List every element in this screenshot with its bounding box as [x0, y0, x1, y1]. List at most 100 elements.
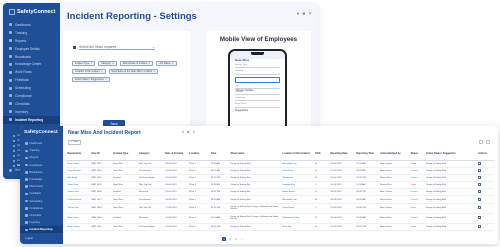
page-button[interactable]: 1: [222, 237, 226, 241]
remove-chip-icon[interactable]: ✕: [153, 70, 155, 73]
sidebar-item[interactable]: Checklists: [3, 100, 60, 108]
sidebar-item[interactable]: Scheduling: [3, 84, 60, 92]
logout-item[interactable]: Logout: [25, 237, 33, 240]
close-icon[interactable]: ✕: [192, 130, 195, 135]
table-row[interactable]: Vikram Das EMP 1083 Near Miss Slip Trip Fal…: [66, 203, 494, 214]
table-row[interactable]: Priya Sharma EMP 1034 Near Miss Fire Hazard…: [66, 167, 494, 175]
field-chip[interactable]: Location of the incident ✕: [72, 69, 106, 74]
prev-page-button[interactable]: ‹: [216, 237, 220, 241]
column-header[interactable]: Location: [187, 148, 210, 161]
table-row[interactable]: Anil Singh EMP 1045 Incident Fall from Heig…: [66, 174, 494, 183]
field-chip[interactable]: Description of the Near Miss / Incident ✕: [108, 69, 159, 74]
sidebar-item[interactable]: Broadcasts: [3, 53, 60, 61]
table-cell[interactable]: Kiran Patel: [66, 181, 90, 190]
table-cell[interactable]: Anil Singh: [66, 174, 90, 183]
edit-icon[interactable]: [478, 183, 482, 187]
column-header[interactable]: Status: [409, 148, 425, 161]
sidebar-item[interactable]: Compliance: [3, 92, 60, 100]
report-sidebar-item[interactable]: Inventory: [20, 219, 63, 226]
table-cell[interactable]: Suresh Nair: [66, 188, 90, 197]
report-sidebar-item[interactable]: Scheduling: [20, 198, 63, 205]
maximize-icon[interactable]: ■: [187, 130, 189, 135]
edit-icon[interactable]: [478, 206, 482, 210]
column-header[interactable]: Actions: [476, 148, 494, 161]
fields-select[interactable]: Select the fields required ⌄: [79, 44, 155, 50]
table-row[interactable]: Suresh Nair EMP 1060 Incident Electrical 19-…: [66, 188, 494, 197]
report-sidebar-item[interactable]: Feedback: [20, 190, 63, 197]
field-chip[interactable]: Action Taken / Suggestions ✕: [72, 77, 110, 82]
sidebar-item[interactable]: Dashboard: [3, 21, 60, 29]
column-header[interactable]: Location of the Incident: [281, 148, 314, 161]
report-sidebar-item[interactable]: Work Flows: [20, 183, 63, 190]
phone-form-field[interactable]: Action Taken: [235, 103, 280, 108]
download-icon[interactable]: [479, 140, 483, 144]
column-header[interactable]: Observation: [228, 148, 282, 161]
sidebar-item[interactable]: Tracking: [3, 29, 60, 37]
edit-icon[interactable]: [478, 190, 482, 194]
column-header[interactable]: Shift: [313, 148, 329, 161]
report-sidebar-item[interactable]: Dashboard: [20, 140, 63, 147]
remove-chip-icon[interactable]: ✕: [90, 62, 92, 65]
table-row[interactable]: Deepa Menon EMP 1071 Near Miss Fire Hazard 1…: [66, 195, 494, 204]
minimize-icon[interactable]: ●: [182, 130, 184, 135]
column-header[interactable]: Reporting Date: [328, 148, 355, 161]
edit-icon[interactable]: [478, 197, 482, 201]
phone-form-field[interactable]: Category: [235, 70, 280, 75]
columns-icon[interactable]: [486, 140, 490, 144]
edit-icon[interactable]: [478, 161, 482, 165]
sidebar-item[interactable]: Knowledge Center: [3, 60, 60, 68]
column-header[interactable]: Date of Incident: [163, 148, 188, 161]
column-header[interactable]: Category: [137, 148, 164, 161]
table-cell[interactable]: Deepa Menon: [66, 195, 90, 204]
table-row[interactable]: Neha Joshi EMP 1094 Incident Electrical 16-0…: [66, 213, 494, 224]
report-sidebar-item[interactable]: Compliance: [20, 205, 63, 212]
report-sidebar-item[interactable]: Employees: [20, 162, 63, 169]
field-chip[interactable]: Incident Type ✕: [72, 61, 96, 66]
column-header[interactable]: Emp ID: [89, 148, 112, 161]
maximize-icon[interactable]: ■: [303, 11, 306, 17]
phone-form-field[interactable]: Date: [235, 85, 280, 89]
remove-chip-icon[interactable]: ✕: [112, 62, 114, 65]
field-chip[interactable]: Risk & Date of Incident ✕: [119, 61, 154, 66]
remove-chip-icon[interactable]: ✕: [101, 70, 103, 73]
page-button[interactable]: 3: [234, 237, 238, 241]
report-sidebar-item[interactable]: Tracking: [20, 147, 63, 154]
phone-form-field[interactable]: Description: [235, 97, 280, 101]
column-header[interactable]: Time: [209, 148, 229, 161]
table-cell[interactable]: Neha Joshi: [66, 213, 90, 224]
edit-icon[interactable]: [478, 175, 482, 179]
field-chip[interactable]: Job Status ✕: [156, 61, 177, 66]
close-icon[interactable]: ✕: [308, 11, 312, 17]
table-row[interactable]: Ravi Kumar EMP 1021 Near Miss Slip Trip Fal…: [66, 160, 494, 168]
filter-button[interactable]: ≡ Filter: [68, 140, 82, 145]
report-sidebar-item[interactable]: Reports: [20, 154, 63, 161]
phone-form-field[interactable]: Location: [235, 91, 280, 95]
table-cell[interactable]: Vikram Das: [66, 203, 90, 214]
remove-chip-icon[interactable]: ✕: [148, 62, 150, 65]
sidebar-item[interactable]: Work Flows: [3, 68, 60, 76]
sidebar-item[interactable]: Feedback: [3, 76, 60, 84]
phone-form-field[interactable]: Incident Type: [235, 64, 280, 68]
sidebar-item[interactable]: Reports: [3, 37, 60, 45]
report-sidebar-item[interactable]: Knowledge: [20, 176, 63, 183]
column-header[interactable]: Reported by: [66, 148, 90, 161]
next-page-button[interactable]: ›: [240, 237, 244, 241]
table-cell[interactable]: Ravi Kumar: [66, 160, 90, 168]
table-cell[interactable]: Priya Sharma: [66, 167, 90, 175]
report-sidebar-item[interactable]: Broadcasts: [20, 169, 63, 176]
table-cell[interactable]: Rahul Gupta: [66, 223, 90, 231]
remove-chip-icon[interactable]: ✕: [105, 78, 107, 81]
column-header[interactable]: Acknowledged by: [378, 148, 410, 161]
table-row[interactable]: Rahul Gupta EMP 1105 Near Miss Fall from He…: [66, 223, 494, 231]
report-sidebar-item[interactable]: Checklists: [20, 212, 63, 219]
column-header[interactable]: Reporting Time: [354, 148, 379, 161]
sidebar-item[interactable]: Employee Details: [3, 45, 60, 53]
field-chip[interactable]: Category ✕: [98, 61, 117, 66]
sidebar-item[interactable]: Inventory: [3, 108, 60, 116]
edit-icon[interactable]: [478, 224, 482, 228]
edit-icon[interactable]: [478, 168, 482, 172]
minimize-icon[interactable]: ●: [297, 11, 300, 17]
sidebar-item[interactable]: Incident Reporting: [3, 115, 60, 124]
edit-icon[interactable]: [478, 216, 482, 220]
remove-chip-icon[interactable]: ✕: [172, 62, 174, 65]
